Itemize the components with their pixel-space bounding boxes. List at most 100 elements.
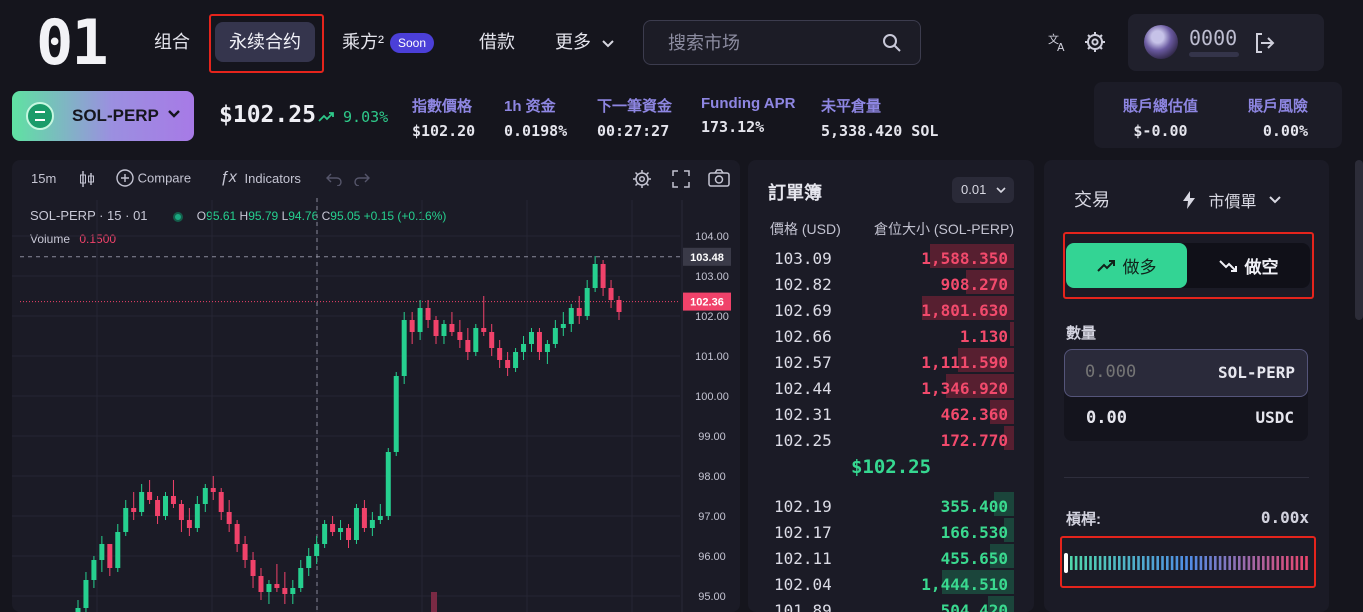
nav-item-power[interactable]: 乘方² Soon [328,22,448,62]
stat-value: $-0.00 [1133,122,1188,140]
orderbook-row[interactable]: 102.44 1,346.920 [748,374,1034,400]
candle-body [457,332,463,340]
nav-item-more[interactable]: 更多 [541,22,628,62]
candle-body [592,264,598,288]
translate-icon[interactable]: 文A [1046,30,1070,54]
search-input[interactable] [668,31,868,55]
order-size: 1,444.510 [921,575,1008,594]
orderbook-panel: 訂單簿 0.01 價格 (USD) 倉位大小 (SOL-PERP) 103.09… [748,160,1034,612]
order-price: 102.04 [774,575,832,594]
order-type-label: 市價單 [1208,194,1257,211]
nav-item-portfolio[interactable]: 组合 [140,22,204,62]
candle-body [353,508,359,540]
slider-tick [1151,556,1155,570]
logout-icon[interactable] [1252,31,1276,55]
user-level-bar [1189,52,1239,57]
slider-handle[interactable] [1064,553,1068,573]
candle-body [131,508,137,512]
candle-body [497,348,503,360]
slider-tick [1247,556,1251,570]
slider-tick [1295,556,1299,570]
order-price: 101.89 [774,601,832,612]
slider-tick [1204,556,1207,570]
svg-text:A: A [1057,41,1065,53]
slider-tick [1214,556,1217,570]
quantity-input[interactable] [1085,362,1195,382]
nav-item-borrow[interactable]: 借款 [465,22,529,62]
y-tick-label: 98.00 [698,471,726,483]
quantity-label: 數量 [1066,325,1097,342]
orderbook-row[interactable]: 102.57 1,111.590 [748,348,1034,374]
slider-tick [1266,556,1270,570]
candle-body [210,488,216,492]
usd-value[interactable]: 0.00 [1086,408,1127,428]
candle-body [202,488,208,504]
slider-tick [1300,556,1303,570]
trade-title: 交易 [1074,190,1110,210]
divider [1064,477,1309,478]
order-size: 908.270 [940,275,1008,294]
tick-size-value: 0.01 [961,182,987,197]
order-type-select[interactable]: 市價單 [1182,188,1281,212]
app-logo[interactable]: 01 [36,12,109,74]
market-selector[interactable]: SOL-PERP [12,91,194,141]
orderbook-row[interactable]: 102.17 166.530 [748,518,1034,544]
depth-bar [1010,322,1014,346]
orderbook-row[interactable]: 102.82 908.270 [748,270,1034,296]
avatar[interactable] [1144,25,1178,59]
candle-body [505,360,511,368]
orderbook-row[interactable]: 102.69 1,801.630 [748,296,1034,322]
orderbook-row[interactable]: 102.25 172.770 [748,426,1034,452]
order-price: 102.17 [774,523,832,542]
order-price: 102.11 [774,549,832,568]
orderbook-row[interactable]: 102.66 1.130 [748,322,1034,348]
orderbook-row[interactable]: 102.19 355.400 [748,492,1034,518]
account-summary: 賬戶總估值 $-0.00 賬戶風險 0.00% [1094,82,1342,148]
orderbook-row[interactable]: 101.89 504.420 [748,596,1034,612]
orderbook-row[interactable]: 103.09 1,588.350 [748,244,1034,270]
quantity-field[interactable]: SOL-PERP [1064,349,1308,397]
candlestick-chart[interactable]: 104.00 103.00 102.00 101.00 100.00 99.00 98.00… [12,160,740,612]
candle-body [322,524,328,544]
search-box[interactable] [643,20,921,65]
candle-body [298,568,304,588]
candle-body [433,320,439,336]
candle-body [568,308,574,324]
y-tick-label: 103.00 [695,271,729,283]
candle-body [513,352,519,368]
candle-body [536,332,542,352]
candle-body [306,556,312,568]
long-button[interactable]: 做多 [1066,243,1187,288]
slider-tick [1161,556,1164,570]
orderbook-row[interactable]: 102.04 1,444.510 [748,570,1034,596]
order-size: 504.420 [940,601,1008,612]
candle-body [147,492,153,500]
candle-body [441,324,447,336]
orderbook-row[interactable]: 102.11 455.650 [748,544,1034,570]
long-label: 做多 [1122,258,1157,277]
chart-panel[interactable]: 15m Compare ƒx Indicators SOL-PERP · 15 … [12,160,740,612]
order-price: 102.31 [774,405,832,424]
nav-item-perpetuals[interactable]: 永续合约 [215,22,315,62]
tick-size-select[interactable]: 0.01 [952,177,1014,203]
candle-body [139,492,145,512]
candle-body [314,544,320,556]
leverage-slider[interactable] [1064,552,1309,574]
gear-icon[interactable] [1083,30,1107,54]
orderbook-row[interactable]: 102.31 462.360 [748,400,1034,426]
y-tick-label: 101.00 [695,351,729,363]
candle-body [608,288,614,300]
stat-value: 0.0198% [504,122,568,140]
mid-price: $102.25 [850,456,932,478]
candle-body [155,500,161,516]
scrollbar[interactable] [1355,160,1363,320]
candle-body [600,264,606,288]
slider-tick [1305,556,1308,570]
short-button[interactable]: 做空 [1187,243,1310,288]
slider-tick [1276,556,1279,570]
trade-panel: 交易 市價單 做多 做空 數量 SOL-PERP 0.00 USDC 槓桿: 0… [1044,160,1329,612]
slider-tick [1137,556,1140,570]
search-icon[interactable] [882,33,902,53]
lightning-icon [1183,191,1195,209]
user-account-box[interactable]: 0000 [1128,14,1324,71]
